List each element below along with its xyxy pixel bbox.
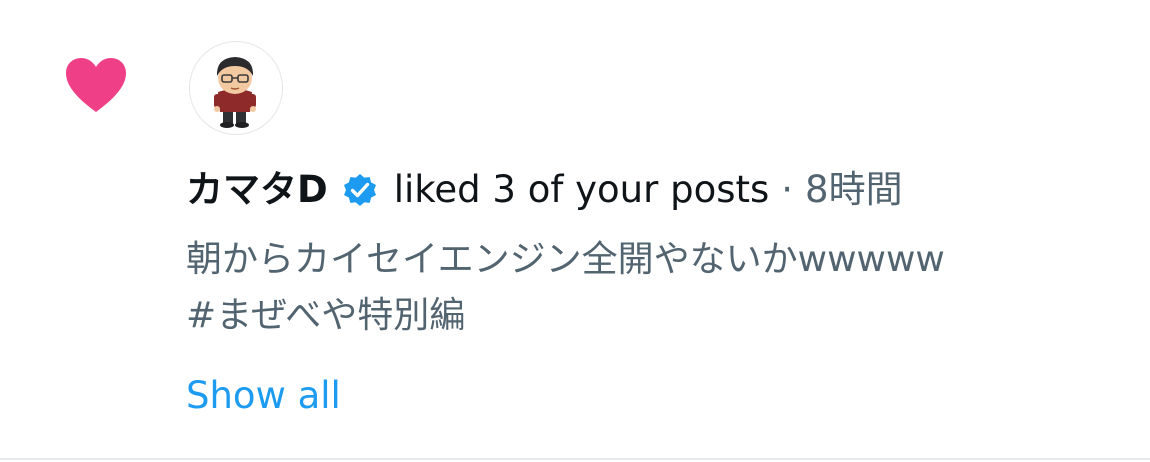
divider [0, 458, 1150, 460]
avatar[interactable] [189, 41, 283, 135]
separator-dot: · [781, 168, 794, 211]
cartoon-avatar-icon [214, 57, 256, 128]
show-all-link[interactable]: Show all [186, 370, 341, 422]
notification-headline: カマタD liked 3 of your posts · 8時間 [186, 164, 903, 216]
like-notification[interactable]: カマタD liked 3 of your posts · 8時間 朝からカイセイ… [0, 0, 1150, 458]
user-name[interactable]: カマタD [186, 164, 328, 216]
post-preview: 朝からカイセイエンジン全開やないかwwwww #まぜべや特別編 [186, 232, 1126, 344]
verified-badge-icon [343, 174, 376, 206]
post-line: #まぜべや特別編 [186, 295, 466, 336]
action-text: liked 3 of your posts [393, 168, 770, 211]
post-line: 朝からカイセイエンジン全開やないかwwwww [186, 239, 945, 280]
heart-icon [66, 58, 126, 112]
timestamp: 8時間 [805, 168, 903, 211]
